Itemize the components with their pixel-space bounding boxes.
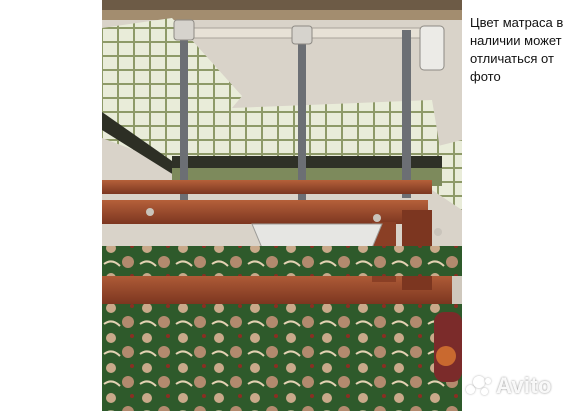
caption-line: Цвет матраса в (470, 15, 564, 30)
hospital-bed-image (102, 0, 462, 411)
mattress-color-note: Цвет матраса в наличии может отличаться … (470, 14, 572, 86)
carpet (102, 304, 462, 411)
caption-line: наличии может (470, 33, 562, 48)
caption-line: фото (470, 69, 501, 84)
avito-logo-icon (466, 375, 492, 397)
avito-watermark: Avito (466, 372, 552, 400)
avito-wordmark: Avito (496, 373, 552, 398)
bed-photo (102, 0, 462, 411)
caption-line: отличаться от (470, 51, 554, 66)
